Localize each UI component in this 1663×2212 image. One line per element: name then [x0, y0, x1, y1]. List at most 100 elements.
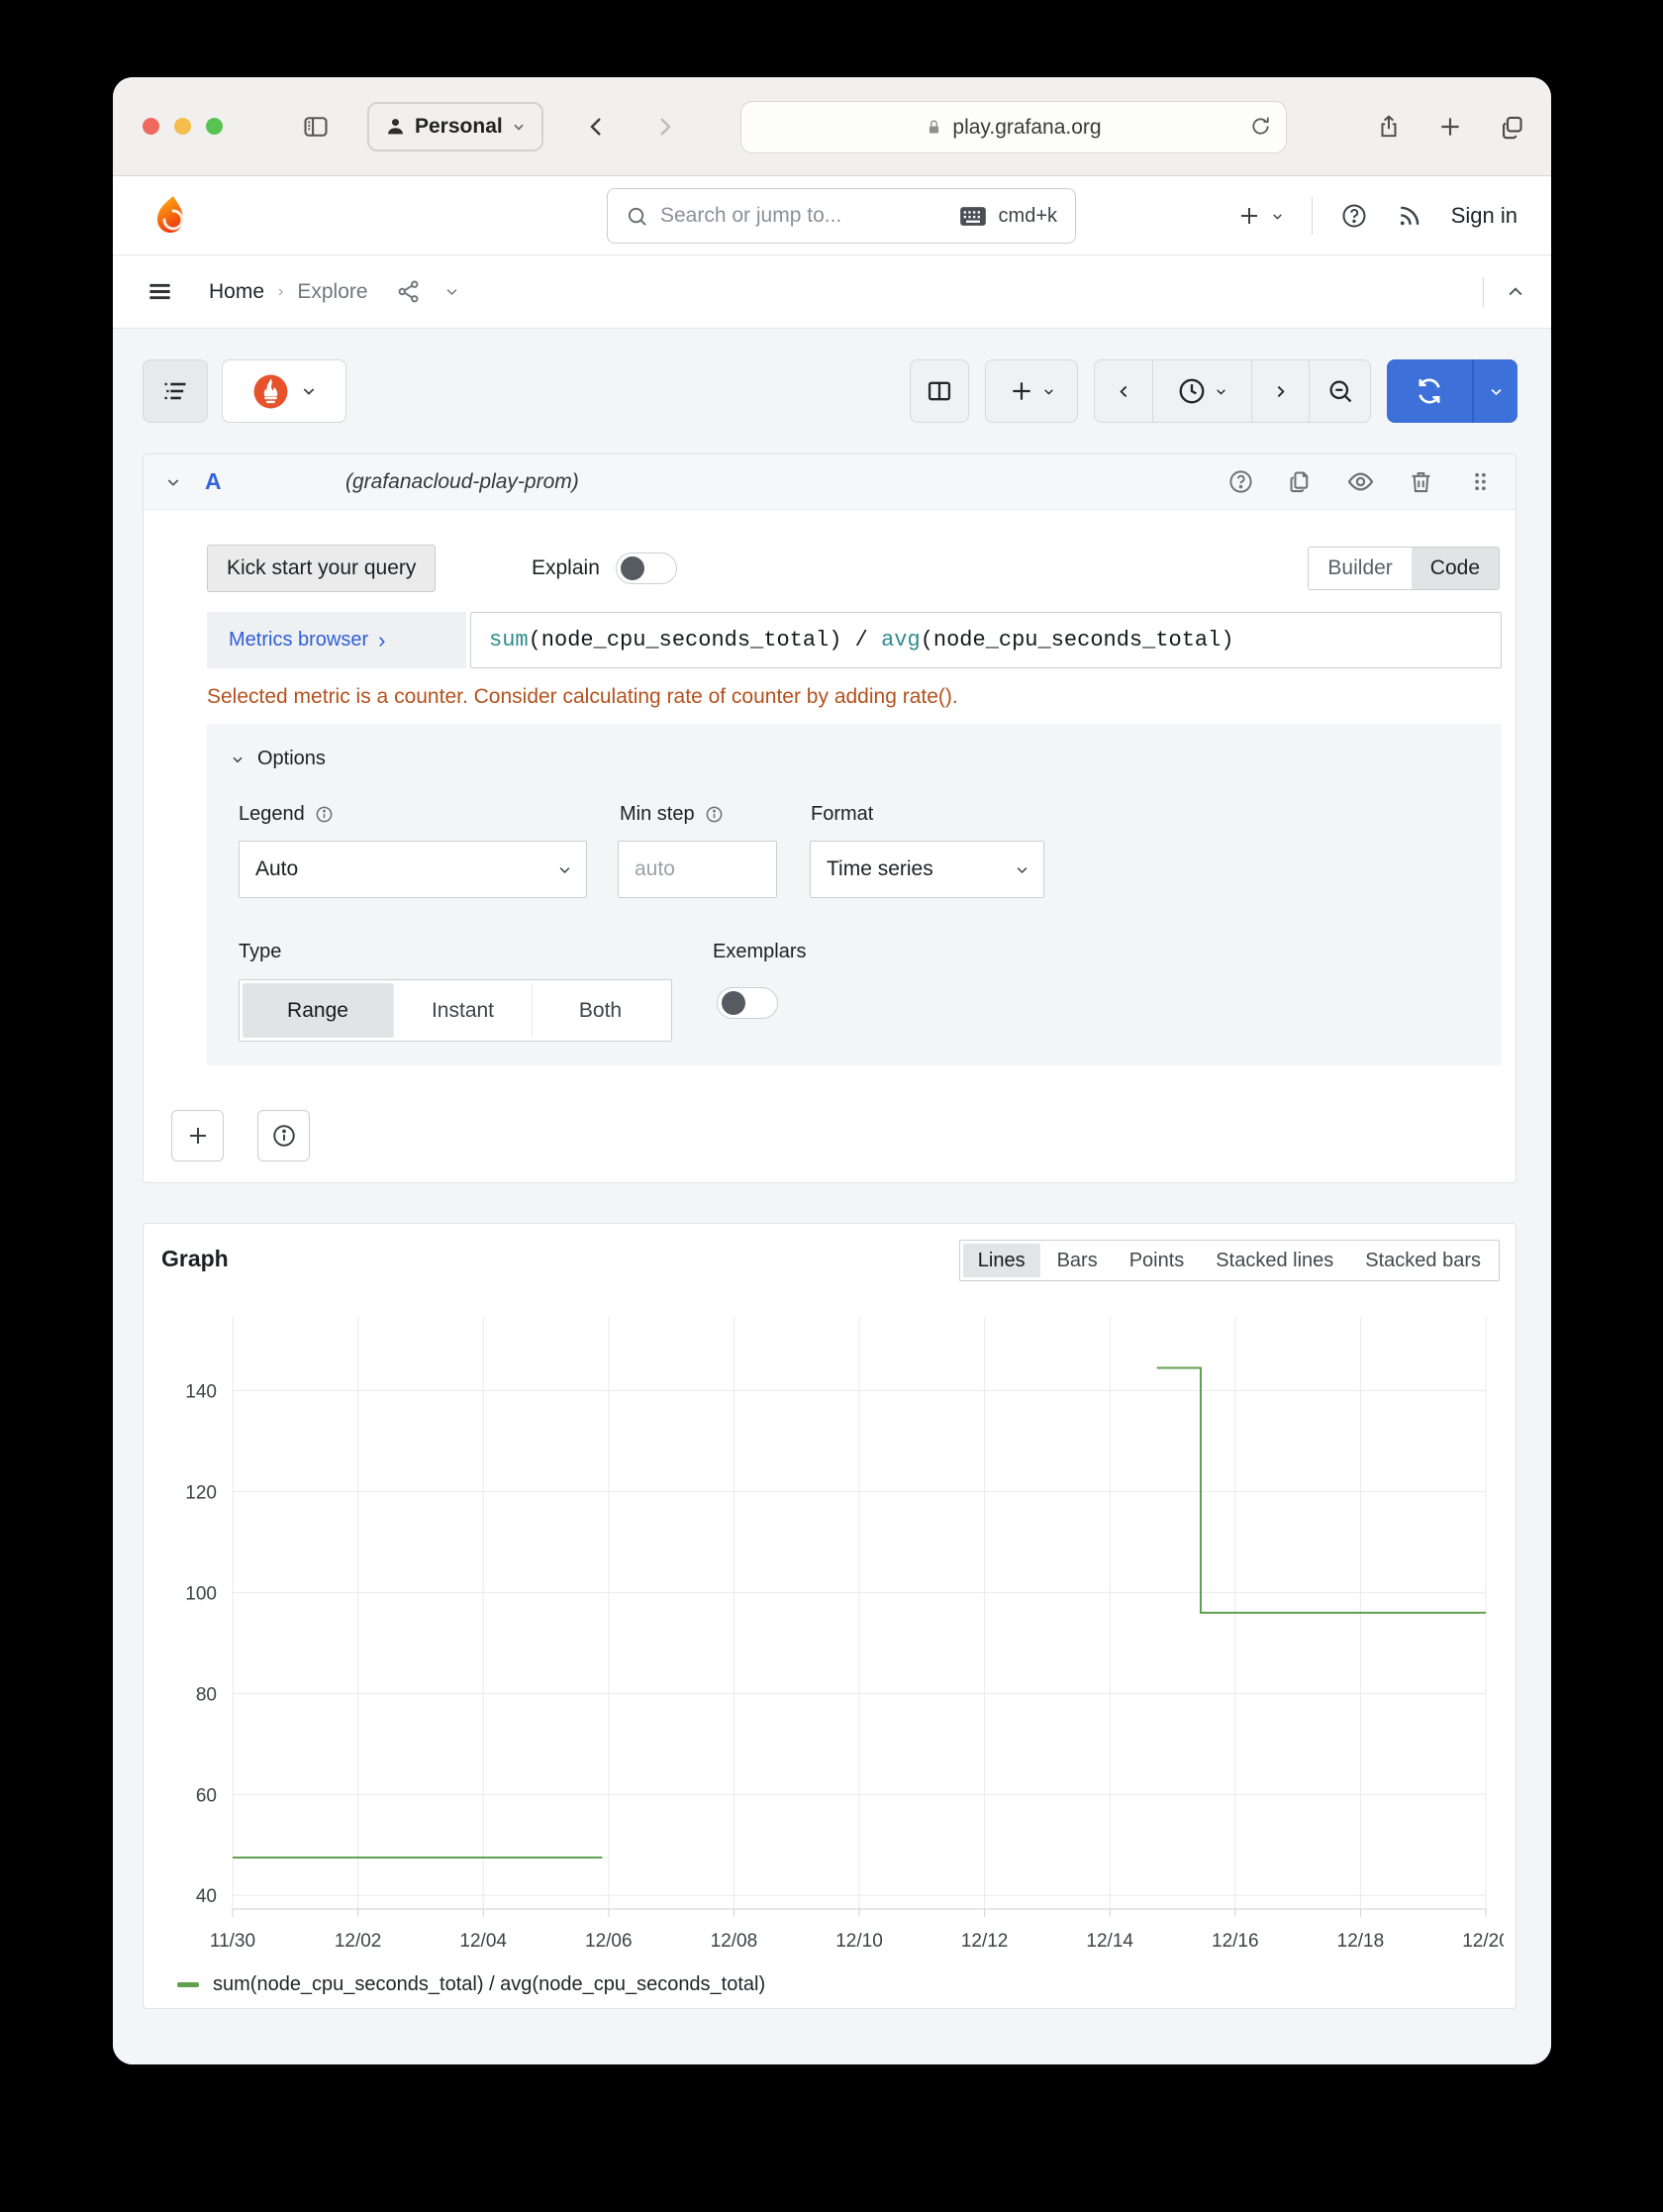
svg-text:140: 140: [185, 1381, 217, 1402]
remove-query-trash-icon[interactable]: [1408, 468, 1434, 495]
collapse-chevron-icon[interactable]: [165, 474, 181, 490]
query-ref-id: A: [205, 468, 222, 494]
sign-in-link[interactable]: Sign in: [1451, 203, 1517, 229]
back-button[interactable]: [585, 115, 609, 139]
outline-button[interactable]: [143, 359, 208, 423]
search-input[interactable]: Search or jump to... cmd+k: [607, 188, 1076, 244]
query-inspector-button[interactable]: [257, 1110, 310, 1161]
chevron-down-icon[interactable]: [444, 284, 459, 299]
breadcrumb-bar: Home › Explore: [113, 255, 1551, 329]
time-range-picker[interactable]: [1152, 360, 1251, 422]
svg-text:12/08: 12/08: [711, 1931, 758, 1952]
query-row-header[interactable]: A (grafanacloud-play-prom): [144, 454, 1516, 510]
menu-icon[interactable]: [147, 278, 173, 305]
close-window-button[interactable]: [143, 118, 159, 135]
svg-text:12/02: 12/02: [335, 1931, 382, 1952]
min-step-input[interactable]: [619, 842, 776, 897]
profile-menu-button[interactable]: Personal: [367, 101, 543, 151]
time-series-chart[interactable]: 11/30 12/02 12/04 12/06 12/08 12/10 12/12 12/14…: [144, 1289, 1504, 1982]
svg-text:120: 120: [185, 1482, 217, 1503]
header-divider: [1311, 197, 1313, 235]
chart-legend[interactable]: sum(node_cpu_seconds_total) / avg(node_c…: [177, 1973, 765, 1996]
share-shortlink-icon[interactable]: [396, 279, 421, 304]
browser-chrome: Personal play.grafana.org: [113, 77, 1551, 176]
builder-mode-button[interactable]: Builder: [1309, 548, 1411, 589]
type-instant-option[interactable]: Instant: [393, 983, 532, 1038]
type-both-option[interactable]: Both: [532, 983, 668, 1038]
explore-content: A (grafanacloud-play-prom) Kick start yo…: [113, 329, 1551, 2064]
code-mode-button[interactable]: Code: [1411, 548, 1499, 589]
tab-points[interactable]: Points: [1115, 1244, 1200, 1277]
query-help-icon[interactable]: [1227, 468, 1254, 495]
min-step-label: Min step: [620, 803, 724, 826]
tab-lines[interactable]: Lines: [962, 1244, 1040, 1277]
chevron-down-icon: [231, 753, 245, 766]
breadcrumb-home[interactable]: Home: [209, 280, 264, 304]
chevron-up-icon[interactable]: [1506, 282, 1525, 302]
tab-bars[interactable]: Bars: [1042, 1244, 1113, 1277]
search-placeholder: Search or jump to...: [660, 204, 842, 227]
legend-series-name: sum(node_cpu_seconds_total) / avg(node_c…: [213, 1973, 766, 1995]
forward-button[interactable]: [652, 115, 676, 139]
add-panel-button[interactable]: [985, 359, 1078, 423]
news-rss-icon[interactable]: [1396, 202, 1423, 230]
search-shortcut: cmd+k: [998, 204, 1057, 227]
disable-query-eye-icon[interactable]: [1346, 467, 1375, 496]
min-step-field[interactable]: [618, 841, 777, 898]
metrics-browser-button[interactable]: Metrics browser ›: [207, 612, 466, 668]
sidebar-toggle-icon[interactable]: [300, 113, 332, 141]
address-bar[interactable]: play.grafana.org: [740, 101, 1287, 153]
reload-icon[interactable]: [1249, 115, 1272, 138]
kick-start-query-button[interactable]: Kick start your query: [207, 545, 437, 592]
header-actions: Sign in: [1237, 176, 1517, 255]
svg-text:12/20: 12/20: [1462, 1931, 1504, 1952]
share-icon[interactable]: [1376, 113, 1402, 141]
explain-label: Explain: [532, 556, 600, 579]
tab-stacked-bars[interactable]: Stacked bars: [1350, 1244, 1496, 1277]
search-icon: [626, 205, 648, 228]
breadcrumb-explore[interactable]: Explore: [297, 280, 367, 304]
editor-mode-switch: Builder Code: [1308, 547, 1500, 590]
svg-text:12/18: 12/18: [1337, 1931, 1385, 1952]
type-range-option[interactable]: Range: [243, 983, 393, 1038]
chevron-down-icon: [557, 862, 572, 877]
time-forward-button[interactable]: [1251, 360, 1309, 422]
zoom-out-button[interactable]: [1309, 360, 1370, 422]
grafana-logo[interactable]: [147, 194, 190, 238]
legend-value: Auto: [255, 857, 299, 880]
drag-handle-icon[interactable]: [1467, 468, 1494, 495]
format-select[interactable]: Time series: [810, 841, 1044, 898]
tab-overview-icon[interactable]: [1499, 114, 1525, 141]
traffic-lights: [143, 118, 223, 135]
explain-control: Explain: [532, 553, 677, 584]
counter-warning-text: Selected metric is a counter. Consider c…: [207, 685, 958, 708]
options-header[interactable]: Options: [231, 748, 326, 770]
add-menu-button[interactable]: [1237, 204, 1284, 228]
help-icon[interactable]: [1340, 202, 1368, 230]
exemplars-toggle[interactable]: [717, 987, 778, 1019]
query-datasource-hint: (grafanacloud-play-prom): [345, 469, 579, 493]
datasource-picker[interactable]: [222, 359, 346, 423]
tab-stacked-lines[interactable]: Stacked lines: [1201, 1244, 1348, 1277]
svg-text:60: 60: [196, 1785, 217, 1806]
explain-toggle[interactable]: [615, 553, 677, 584]
zoom-window-button[interactable]: [206, 118, 223, 135]
add-query-button[interactable]: [171, 1110, 224, 1161]
graph-panel: Graph Lines Bars Points Stacked lines St…: [143, 1223, 1516, 2009]
keyboard-icon: [959, 206, 987, 227]
run-query-interval-dropdown[interactable]: [1472, 359, 1517, 423]
graph-style-tabs: Lines Bars Points Stacked lines Stacked …: [958, 1240, 1500, 1281]
new-tab-icon[interactable]: [1437, 114, 1463, 140]
split-view-button[interactable]: [910, 359, 969, 423]
svg-text:80: 80: [196, 1684, 217, 1705]
minimize-window-button[interactable]: [174, 118, 191, 135]
svg-text:12/10: 12/10: [835, 1931, 883, 1952]
duplicate-query-icon[interactable]: [1287, 468, 1314, 495]
legend-select[interactable]: Auto: [239, 841, 587, 898]
query-row-actions: [1227, 467, 1494, 496]
promql-query-input[interactable]: sum (node_cpu_seconds_total) / avg (node_c…: [470, 612, 1502, 668]
run-query-button[interactable]: [1387, 359, 1472, 423]
time-back-button[interactable]: [1095, 360, 1152, 422]
options-title: Options: [257, 748, 326, 769]
chevron-down-icon: [1015, 862, 1029, 877]
